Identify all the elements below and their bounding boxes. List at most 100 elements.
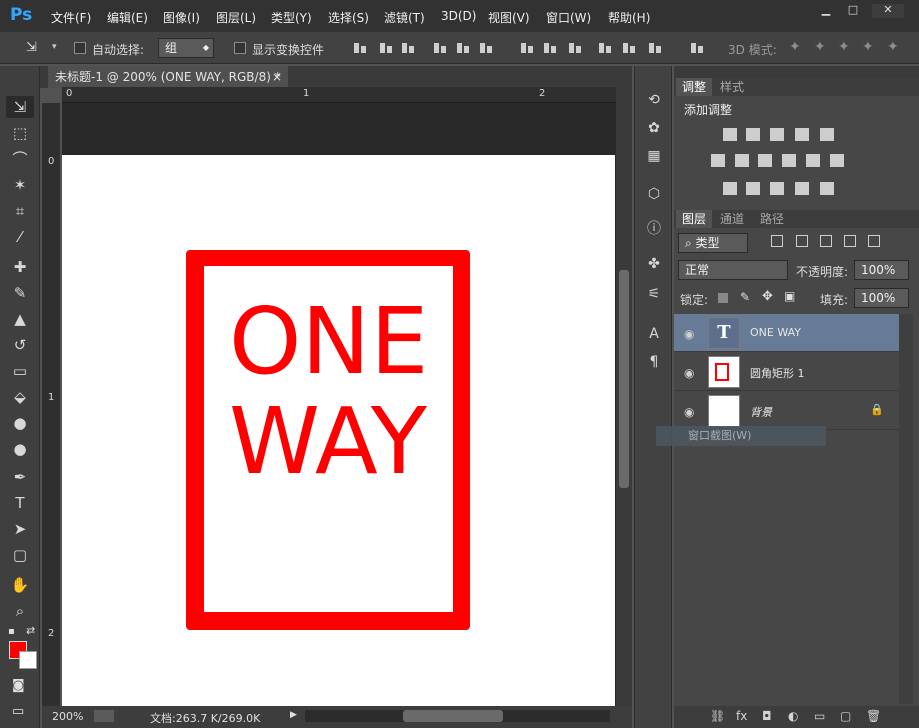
layer-name[interactable]: 背景	[750, 404, 772, 420]
shape-filter-icon[interactable]	[844, 235, 856, 247]
3d-mode-icon[interactable]: ✦	[838, 39, 850, 55]
canvas-text-way[interactable]: WAY	[229, 396, 427, 488]
layer-name[interactable]: ONE WAY	[750, 326, 801, 339]
new-group-icon[interactable]: ▭	[814, 709, 825, 723]
visibility-eye-icon[interactable]: ◉	[684, 366, 694, 380]
tool-preset-chevron-icon[interactable]: ▾	[52, 42, 57, 52]
vibrance-icon[interactable]	[820, 128, 834, 141]
maximize-button[interactable]: □	[837, 4, 869, 18]
lock-position-icon[interactable]: ✥	[762, 289, 773, 304]
history-icon[interactable]: ⟲	[644, 92, 664, 112]
background-color-swatch[interactable]	[19, 651, 37, 669]
layer-mask-icon[interactable]: ◘	[762, 709, 772, 723]
menu-item[interactable]: 文件(F)	[51, 9, 91, 26]
swap-colors-icon[interactable]: ⇄	[26, 624, 35, 637]
move-tool-icon[interactable]: ⇲	[6, 96, 34, 118]
align-icon[interactable]	[543, 41, 557, 55]
tab-channels[interactable]: 通道	[714, 210, 750, 228]
marquee-tool-icon[interactable]: ⬚	[6, 122, 34, 144]
move-tool-icon[interactable]: ⇲	[26, 40, 37, 55]
tab-paths[interactable]: 路径	[754, 210, 790, 228]
menu-item[interactable]: 图层(L)	[216, 9, 256, 26]
layers-scrollbar[interactable]	[899, 314, 913, 704]
levels-icon[interactable]	[746, 128, 760, 141]
delete-layer-icon[interactable]: 🗑	[866, 709, 881, 723]
adjustment-layer-icon[interactable]: ◐	[788, 709, 798, 723]
menu-item[interactable]: 滤镜(T)	[384, 9, 425, 26]
menu-item[interactable]: 窗口(W)	[546, 9, 591, 26]
layer-style-icon[interactable]: fx	[736, 709, 747, 723]
vertical-scroll-thumb[interactable]	[619, 270, 629, 488]
selective-color-icon[interactable]	[795, 182, 809, 195]
lock-all-icon[interactable]: ▣	[784, 289, 795, 303]
menu-item[interactable]: 选择(S)	[328, 9, 369, 26]
align-icon[interactable]	[598, 41, 612, 55]
fill-input[interactable]: 100%	[854, 288, 909, 308]
document-tab[interactable]: 未标题-1 @ 200% (ONE WAY, RGB/8) * ×	[48, 66, 288, 88]
layer-row-rounded-rect[interactable]: ◉ 圆角矩形 1	[674, 353, 899, 391]
invert-icon[interactable]	[723, 182, 737, 195]
hue-saturation-icon[interactable]	[711, 154, 725, 167]
shape-tool-icon[interactable]: ▢	[6, 544, 34, 566]
tab-adjustments[interactable]: 调整	[676, 78, 713, 96]
align-icon[interactable]	[648, 41, 662, 55]
path-selection-tool-icon[interactable]: ➤	[6, 518, 34, 540]
align-icon[interactable]	[353, 41, 367, 55]
tab-styles[interactable]: 样式	[714, 78, 750, 96]
adjustment-filter-icon[interactable]	[796, 235, 808, 247]
close-button[interactable]: ✕	[872, 4, 904, 18]
3d-mode-icon[interactable]: ✦	[789, 39, 801, 55]
zoom-tool-icon[interactable]: ⌕	[6, 600, 34, 622]
menu-item[interactable]: 类型(Y)	[271, 9, 312, 26]
smart-object-filter-icon[interactable]	[868, 235, 880, 247]
black-white-icon[interactable]	[758, 154, 772, 167]
posterize-icon[interactable]	[746, 182, 760, 195]
3d-mode-icon[interactable]: ✦	[814, 39, 826, 55]
threshold-icon[interactable]	[770, 182, 784, 195]
brush-icon[interactable]: ⚟	[644, 286, 664, 306]
layer-name[interactable]: 圆角矩形 1	[750, 365, 805, 381]
channel-mixer-icon[interactable]	[806, 154, 820, 167]
brightness-icon[interactable]	[723, 128, 737, 141]
auto-select-dropdown[interactable]: 组 ◆	[158, 38, 214, 58]
close-tab-icon[interactable]: ×	[272, 66, 282, 88]
align-icon[interactable]	[456, 41, 470, 55]
quick-mask-icon[interactable]: ◙	[12, 678, 25, 693]
layer-row-background[interactable]: ◉ 背景 🔒	[674, 392, 899, 430]
canvas-text-one[interactable]: ONE	[229, 296, 428, 388]
align-icon[interactable]	[690, 41, 704, 55]
paint-bucket-tool-icon[interactable]: ⬙	[6, 386, 34, 408]
menu-item[interactable]: 3D(D)	[441, 9, 476, 23]
show-transform-checkbox[interactable]	[234, 42, 246, 54]
paragraph-icon[interactable]: ¶	[644, 354, 664, 374]
healing-tool-icon[interactable]: ✚	[6, 256, 34, 278]
align-icon[interactable]	[568, 41, 582, 55]
stamp-tool-icon[interactable]: ▲	[6, 308, 34, 330]
zoom-level[interactable]: 200%	[52, 710, 83, 723]
lock-pixels-icon[interactable]: ✎	[740, 290, 750, 304]
color-balance-icon[interactable]	[735, 154, 749, 167]
align-icon[interactable]	[401, 41, 415, 55]
eraser-tool-icon[interactable]: ▭	[6, 360, 34, 382]
eyedropper-tool-icon[interactable]: ⁄	[6, 226, 34, 248]
blur-tool-icon[interactable]: ●	[6, 412, 34, 434]
pen-tool-icon[interactable]: ✒	[6, 466, 34, 488]
menu-item[interactable]: 视图(V)	[488, 9, 530, 26]
exposure-icon[interactable]	[795, 128, 809, 141]
tab-layers[interactable]: 图层	[676, 210, 713, 228]
3d-mode-icon[interactable]: ✦	[862, 39, 874, 55]
layer-row-one-way[interactable]: ◉ T ONE WAY	[674, 314, 899, 352]
default-colors-icon[interactable]: ▪	[8, 626, 15, 637]
align-icon[interactable]	[379, 41, 393, 55]
align-icon[interactable]	[520, 41, 534, 55]
info-icon[interactable]: ⓘ	[644, 218, 664, 238]
status-menu-arrow-icon[interactable]: ▶	[290, 710, 297, 720]
dodge-tool-icon[interactable]: ●	[6, 438, 34, 460]
swatches-icon[interactable]: ▦	[644, 148, 664, 168]
menu-item[interactable]: 编辑(E)	[107, 9, 148, 26]
photo-filter-icon[interactable]	[782, 154, 796, 167]
auto-select-checkbox[interactable]	[74, 42, 86, 54]
character-icon[interactable]: A	[644, 326, 664, 346]
visibility-eye-icon[interactable]: ◉	[684, 327, 694, 341]
align-icon[interactable]	[433, 41, 447, 55]
